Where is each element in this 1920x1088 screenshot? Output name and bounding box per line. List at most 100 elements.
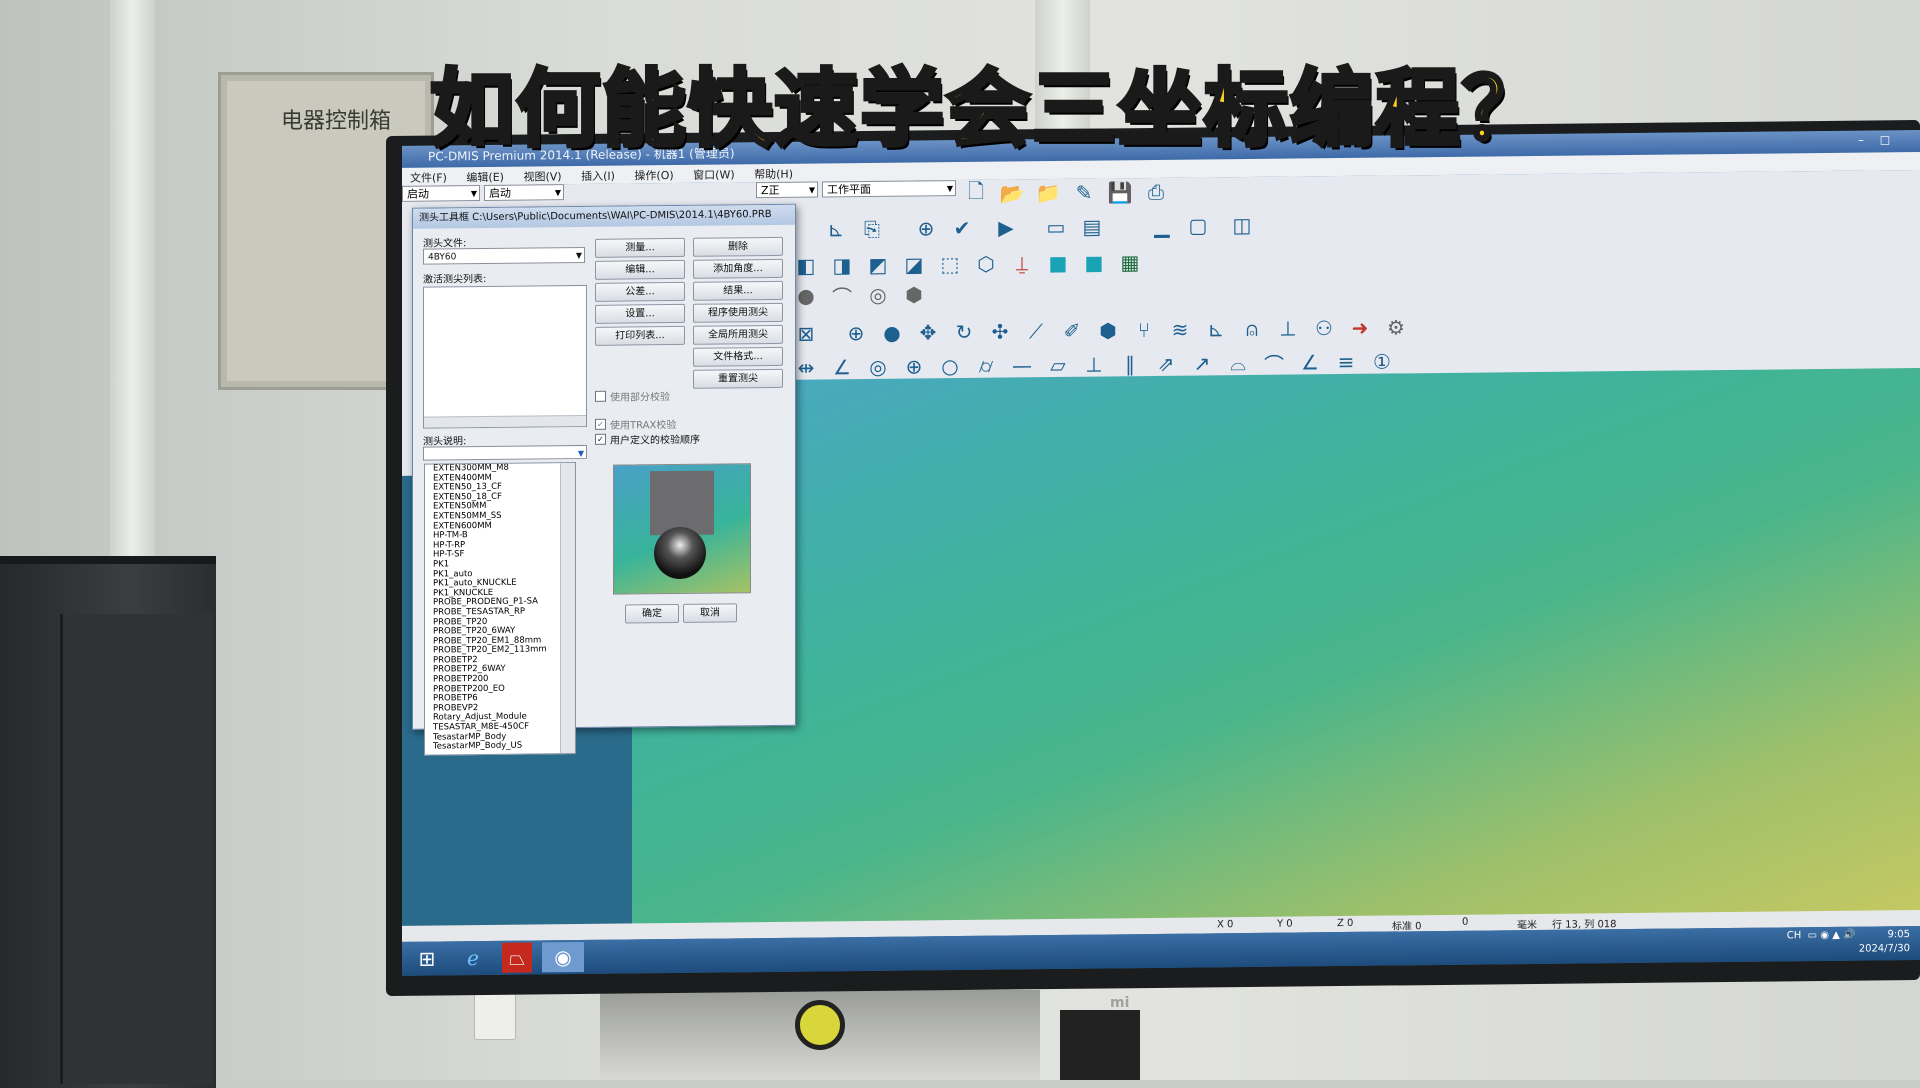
mode-combo-1[interactable]: 启动 ▼ bbox=[402, 185, 480, 202]
position-icon[interactable]: ⊕ bbox=[900, 352, 928, 380]
solid-cube-icon[interactable]: ■ bbox=[1080, 248, 1108, 276]
network-icon[interactable]: ⚇ bbox=[1310, 314, 1338, 342]
copy-icon[interactable]: ⎘ bbox=[858, 215, 886, 243]
mode-combo-2[interactable]: 启动 ▼ bbox=[484, 184, 564, 202]
layers-icon[interactable]: ≋ bbox=[1166, 316, 1194, 344]
reset-tips-button[interactable]: 重置测尖 bbox=[693, 368, 783, 389]
flatness-icon[interactable]: ▱ bbox=[1044, 351, 1072, 379]
partial-calibration-checkbox[interactable]: 使用部分校验 bbox=[595, 388, 670, 404]
view-cube-icon[interactable]: ◩ bbox=[864, 251, 892, 279]
pdf-reader-icon[interactable]: ⏢ bbox=[502, 942, 532, 973]
used-tips-button[interactable]: 程序使用测尖 bbox=[693, 302, 783, 323]
open-folder-icon[interactable]: 📂 bbox=[998, 179, 1026, 207]
probe-dropdown-list[interactable]: EXTEN300MM_M8 EXTEN400MM EXTEN50_13_CF EXTE… bbox=[424, 462, 576, 756]
ok-button[interactable]: 确定 bbox=[625, 603, 679, 624]
edit-button[interactable]: 编辑... bbox=[595, 259, 685, 280]
axis-icon[interactable]: ⊾ bbox=[1202, 315, 1230, 343]
iso-cube-icon[interactable]: ⬡ bbox=[972, 250, 1000, 278]
probe-list-item[interactable]: TesastarMP_Body_US bbox=[429, 741, 575, 752]
probe-tool-icon[interactable]: ⟋ bbox=[1022, 317, 1050, 345]
settings-icon[interactable]: ⚙ bbox=[1382, 313, 1410, 341]
solid-cube-icon[interactable]: ■ bbox=[1044, 249, 1072, 277]
new-file-icon[interactable]: 🗋 bbox=[962, 179, 990, 208]
maximize-icon[interactable]: □ bbox=[1874, 132, 1896, 148]
probe-readout-icon[interactable]: ▭ bbox=[1042, 213, 1070, 241]
line-icon[interactable]: ▁ bbox=[1148, 212, 1176, 240]
globe-icon[interactable]: ⊕ bbox=[912, 214, 940, 242]
results-button[interactable]: 结果... bbox=[693, 280, 783, 301]
language-indicator[interactable]: CH bbox=[1787, 930, 1802, 941]
sphere-solid-icon[interactable]: ● bbox=[878, 319, 906, 347]
start-button-icon[interactable]: ⊞ bbox=[406, 943, 448, 973]
delete-button[interactable]: 删除 bbox=[693, 236, 783, 257]
pan-icon[interactable]: ✣ bbox=[986, 317, 1014, 345]
symmetry-icon[interactable]: ≡ bbox=[1332, 348, 1360, 376]
sphere-wire-icon[interactable]: ⊕ bbox=[842, 319, 870, 347]
datum-icon[interactable]: ① bbox=[1368, 347, 1396, 375]
trax-calibration-checkbox[interactable]: ✓ 使用TRAX校验 bbox=[595, 416, 676, 432]
measure-icon[interactable]: ✐ bbox=[1058, 317, 1086, 345]
user-icon[interactable]: ⍝ bbox=[1238, 315, 1266, 343]
path-icon[interactable]: ⌒ bbox=[828, 281, 856, 309]
print-list-button[interactable]: 打印列表... bbox=[595, 325, 685, 346]
active-tips-list[interactable] bbox=[423, 284, 587, 429]
concentric-icon[interactable]: ◎ bbox=[864, 353, 892, 381]
move-icon[interactable]: ✥ bbox=[914, 318, 942, 346]
probe-file-combo[interactable]: 4BY60 ▼ bbox=[423, 246, 585, 265]
angularity-icon[interactable]: ∠ bbox=[1296, 348, 1324, 376]
pcdmis-taskbar-icon[interactable]: ◉ bbox=[542, 941, 584, 973]
edit-file-icon[interactable]: ✎ bbox=[1070, 179, 1098, 207]
probe-desc-combo[interactable]: ▼ bbox=[423, 444, 587, 461]
circle-icon[interactable]: ○ bbox=[936, 352, 964, 380]
layout-icon[interactable]: ◫ bbox=[1228, 211, 1256, 239]
select-icon[interactable]: ⊠ bbox=[792, 319, 820, 347]
graphics-display[interactable] bbox=[632, 367, 1920, 926]
angle-icon[interactable]: ∠ bbox=[828, 353, 856, 381]
axis-combo[interactable]: Z正 ▼ bbox=[756, 181, 818, 199]
user-order-checkbox[interactable]: ✓ 用户定义的校验顺序 bbox=[595, 431, 700, 447]
dimension-icon[interactable]: ⊥ bbox=[1274, 314, 1302, 342]
tolerance-button[interactable]: 公差... bbox=[595, 281, 685, 302]
profile-line-icon[interactable]: ⌒ bbox=[1260, 349, 1288, 377]
sphere-icon[interactable]: ● bbox=[792, 281, 820, 309]
play-icon[interactable]: ▶ bbox=[992, 213, 1020, 241]
measure-button[interactable]: 测量... bbox=[595, 237, 685, 258]
tree-icon[interactable]: ⑂ bbox=[1130, 316, 1158, 344]
target-icon[interactable]: ◎ bbox=[864, 281, 892, 309]
report-icon[interactable]: ▤ bbox=[1078, 212, 1106, 240]
workplane-combo[interactable]: 工作平面 ▼ bbox=[822, 180, 956, 198]
global-tips-button[interactable]: 全局所用测尖 bbox=[693, 324, 783, 345]
file-format-button[interactable]: 文件格式... bbox=[693, 346, 783, 367]
setup-button[interactable]: 设置... bbox=[595, 303, 685, 324]
shape-icon[interactable]: ⬢ bbox=[900, 280, 928, 308]
perpendicular-icon[interactable]: ⊥ bbox=[1080, 350, 1108, 378]
clock-date[interactable]: 2024/7/30 bbox=[1859, 942, 1910, 957]
rotate-icon[interactable]: ↻ bbox=[950, 318, 978, 346]
vertical-scrollbar[interactable] bbox=[560, 463, 575, 754]
view-cube-icon[interactable]: ⬚ bbox=[936, 250, 964, 278]
cylindricity-icon[interactable]: ⌭ bbox=[972, 352, 1000, 380]
runout-icon[interactable]: ⇗ bbox=[1152, 350, 1180, 378]
horizontal-scrollbar[interactable] bbox=[424, 414, 586, 428]
grid-icon[interactable]: ▦ bbox=[1116, 248, 1144, 276]
straightness-icon[interactable]: — bbox=[1008, 351, 1036, 379]
clock-time[interactable]: 9:05 bbox=[1859, 928, 1910, 943]
distance-icon[interactable]: ⇹ bbox=[792, 353, 820, 381]
profile-surface-icon[interactable]: ⌓ bbox=[1224, 349, 1252, 377]
parallel-icon[interactable]: ∥ bbox=[1116, 350, 1144, 378]
probe-arrow-icon[interactable]: ➜ bbox=[1346, 314, 1374, 342]
window-icon[interactable]: ▢ bbox=[1184, 211, 1212, 239]
view-cube-icon[interactable]: ◧ bbox=[792, 251, 820, 279]
view-cube-icon[interactable]: ◪ bbox=[900, 250, 928, 278]
probe-icon[interactable]: ⍊ bbox=[1008, 249, 1036, 277]
add-angles-button[interactable]: 添加角度... bbox=[693, 258, 783, 279]
save-icon[interactable]: 💾 bbox=[1106, 178, 1134, 206]
check-icon[interactable]: ✔ bbox=[948, 214, 976, 242]
minimize-icon[interactable]: – bbox=[1850, 132, 1872, 148]
ie-browser-icon[interactable]: ℯ bbox=[452, 943, 494, 973]
runout-single-icon[interactable]: ↗ bbox=[1188, 349, 1216, 377]
cancel-button[interactable]: 取消 bbox=[683, 603, 737, 623]
coordinate-icon[interactable]: ⊾ bbox=[822, 215, 850, 243]
print-icon[interactable]: ⎙ bbox=[1142, 178, 1170, 206]
view-cube-icon[interactable]: ◨ bbox=[828, 251, 856, 279]
